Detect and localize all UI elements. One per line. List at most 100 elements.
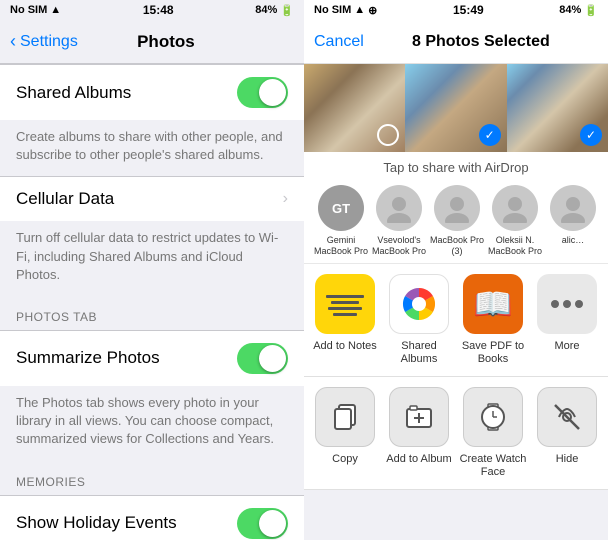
right-time: 15:49 <box>453 3 484 17</box>
left-carrier: No SIM <box>10 4 47 16</box>
shared-albums-action-label: Shared Albums <box>382 340 456 366</box>
contact-macbook3[interactable]: MacBook Pro(3) <box>428 185 486 257</box>
actions-row-1: Add to Notes Sh <box>304 264 608 377</box>
summarize-group: Summarize Photos The Photos tab shows ev… <box>0 330 304 461</box>
watch-icon <box>463 387 523 447</box>
contact-alic[interactable]: alic… <box>544 185 602 257</box>
copy-action[interactable]: Copy <box>308 387 382 479</box>
more-label: More <box>554 340 579 353</box>
chevron-right-icon: › <box>283 190 288 208</box>
settings-panel: No SIM ▲ 15:48 84% 🔋 ‹ Settings Photos S… <box>0 0 304 540</box>
save-pdf-action[interactable]: 📖 Save PDF to Books <box>456 274 530 366</box>
left-nav-bar: ‹ Settings Photos <box>0 20 304 64</box>
contacts-row: GT GeminiMacBook Pro Vsevolod'sMacBook P… <box>304 179 608 264</box>
summarize-photos-toggle[interactable] <box>237 343 288 374</box>
right-status-right: 84% 🔋 <box>559 4 598 17</box>
left-status-right: 84% 🔋 <box>255 4 294 17</box>
holiday-events-row[interactable]: Show Holiday Events <box>0 495 304 540</box>
back-button[interactable]: ‹ Settings <box>10 31 78 52</box>
photo-uncheck-1 <box>377 124 399 146</box>
cellular-data-label: Cellular Data <box>16 189 114 209</box>
shared-albums-toggle[interactable] <box>237 77 288 108</box>
summarize-description: The Photos tab shows every photo in your… <box>0 386 304 461</box>
holiday-group: Show Holiday Events You can choose to se… <box>0 495 304 540</box>
cellular-data-row[interactable]: Cellular Data › <box>0 176 304 221</box>
settings-page-title: Photos <box>78 32 254 52</box>
share-title: 8 Photos Selected <box>364 33 598 51</box>
photo-check-2: ✓ <box>479 124 501 146</box>
right-status-bar: No SIM ▲ ⊕ 15:49 84% 🔋 <box>304 0 608 20</box>
contact-name-oleksii: Oleksii N.MacBook Pro <box>488 235 542 257</box>
contact-avatar-macbook3 <box>434 185 480 231</box>
left-time: 15:48 <box>143 3 174 17</box>
left-battery-icon: 🔋 <box>280 4 294 17</box>
shared-albums-label: Shared Albums <box>16 83 131 103</box>
share-panel: No SIM ▲ ⊕ 15:49 84% 🔋 Cancel 8 Photos S… <box>304 0 608 540</box>
add-to-notes-label: Add to Notes <box>313 340 377 353</box>
shared-albums-action[interactable]: Shared Albums <box>382 274 456 366</box>
contact-avatar-alic <box>550 185 596 231</box>
toggle-knob-3 <box>259 510 286 537</box>
cellular-description: Turn off cellular data to restrict updat… <box>0 221 304 296</box>
photos-icon <box>389 274 449 334</box>
add-album-label: Add to Album <box>386 453 451 466</box>
actions-row-2: Copy Add to Album <box>304 377 608 490</box>
contact-vsevolod[interactable]: Vsevolod'sMacBook Pro <box>370 185 428 257</box>
contact-name-alic: alic… <box>562 235 585 246</box>
photos-strip: ✓ ✓ <box>304 64 608 152</box>
add-album-icon <box>389 387 449 447</box>
settings-content: Shared Albums Create albums to share wit… <box>0 64 304 540</box>
cellular-group: Cellular Data › Turn off cellular data t… <box>0 176 304 296</box>
holiday-toggle[interactable] <box>237 508 288 539</box>
watch-face-label: Create Watch Face <box>456 453 530 479</box>
photo-thumb-3[interactable]: ✓ <box>507 64 608 152</box>
toggle-knob <box>259 79 286 106</box>
contact-avatar-vsevolod <box>376 185 422 231</box>
watch-face-action[interactable]: Create Watch Face <box>456 387 530 479</box>
copy-icon <box>315 387 375 447</box>
contact-avatar-oleksii <box>492 185 538 231</box>
notes-icon <box>315 274 375 334</box>
contact-oleksii[interactable]: Oleksii N.MacBook Pro <box>486 185 544 257</box>
holiday-events-label: Show Holiday Events <box>16 513 177 533</box>
airdrop-label: Tap to share with AirDrop <box>304 152 608 179</box>
right-battery-icon: 🔋 <box>584 4 598 17</box>
contact-name-gt: GeminiMacBook Pro <box>314 235 368 257</box>
hide-label: Hide <box>556 453 579 466</box>
more-action[interactable]: More <box>530 274 604 366</box>
right-signal-icon: ⊕ <box>368 4 377 17</box>
right-carrier: No SIM <box>314 4 351 16</box>
hide-action[interactable]: Hide <box>530 387 604 479</box>
toggle-knob-2 <box>259 345 286 372</box>
shared-albums-description: Create albums to share with other people… <box>0 120 304 176</box>
left-battery: 84% <box>255 4 277 16</box>
photos-tab-header: PHOTOS TAB <box>0 296 304 330</box>
summarize-photos-row[interactable]: Summarize Photos <box>0 330 304 386</box>
contact-gt[interactable]: GT GeminiMacBook Pro <box>312 185 370 257</box>
cancel-button[interactable]: Cancel <box>314 33 364 51</box>
photo-check-3: ✓ <box>580 124 602 146</box>
photo-thumb-1[interactable] <box>304 64 405 152</box>
dot-2 <box>563 300 571 308</box>
shared-albums-row[interactable]: Shared Albums <box>0 64 304 120</box>
shared-albums-group: Shared Albums Create albums to share wit… <box>0 64 304 176</box>
more-icon <box>537 274 597 334</box>
contact-name-vsevolod: Vsevolod'sMacBook Pro <box>372 235 426 257</box>
contact-name-macbook3: MacBook Pro(3) <box>430 235 484 257</box>
left-status-bar: No SIM ▲ 15:48 84% 🔋 <box>0 0 304 20</box>
share-nav-bar: Cancel 8 Photos Selected <box>304 20 608 64</box>
right-wifi-icon: ▲ <box>354 4 365 16</box>
dot-3 <box>575 300 583 308</box>
add-to-notes-action[interactable]: Add to Notes <box>308 274 382 366</box>
dot-1 <box>551 300 559 308</box>
left-wifi-icon: ▲ <box>50 4 61 16</box>
right-battery: 84% <box>559 4 581 16</box>
left-status-left: No SIM ▲ <box>10 4 61 16</box>
contact-avatar-gt: GT <box>318 185 364 231</box>
add-album-action[interactable]: Add to Album <box>382 387 456 479</box>
hide-icon <box>537 387 597 447</box>
books-icon: 📖 <box>463 274 523 334</box>
chevron-left-icon: ‹ <box>10 31 16 52</box>
back-label[interactable]: Settings <box>20 33 78 51</box>
photo-thumb-2[interactable]: ✓ <box>405 64 506 152</box>
